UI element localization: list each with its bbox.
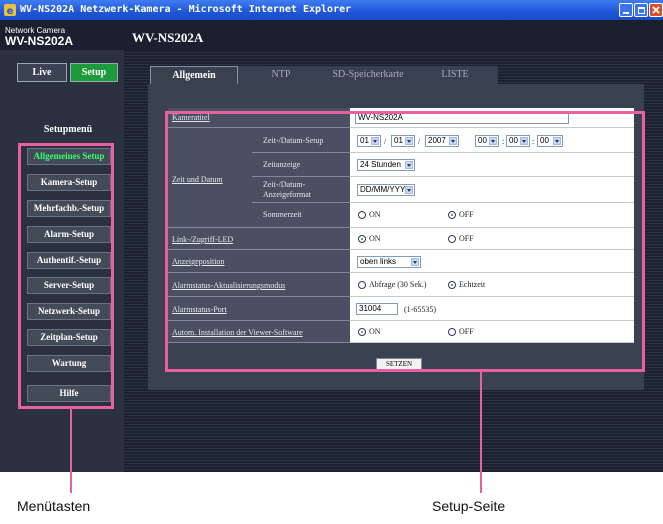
header-model-title: WV-NS202A xyxy=(132,30,204,45)
maximize-button[interactable] xyxy=(634,3,648,17)
svg-text:e: e xyxy=(7,6,14,16)
menu-callout-line xyxy=(70,409,72,493)
tab-sd-speicherkarte[interactable]: SD-Speicherkarte xyxy=(324,66,412,84)
header-bar xyxy=(0,20,663,50)
menu-highlight-box xyxy=(18,143,114,409)
window-title: WV-NS202A Netzwerk-Kamera - Microsoft In… xyxy=(20,4,352,15)
tab-ntp[interactable]: NTP xyxy=(238,66,324,84)
live-button[interactable]: Live xyxy=(17,63,67,82)
title-bar: e WV-NS202A Netzwerk-Kamera - Microsoft … xyxy=(0,0,663,20)
close-button[interactable] xyxy=(649,3,663,17)
setup-callout-label: Setup-Seite xyxy=(432,498,506,514)
minimize-button[interactable] xyxy=(619,3,633,17)
close-icon xyxy=(652,6,660,14)
setup-button[interactable]: Setup xyxy=(70,63,118,82)
tab-allgemein[interactable]: Allgemein xyxy=(150,66,238,85)
setup-page-highlight-box xyxy=(165,111,645,372)
tab-liste[interactable]: LISTE xyxy=(412,66,498,84)
brand-model: WV-NS202A xyxy=(5,34,74,48)
setup-callout-line xyxy=(480,372,482,493)
setup-menu-title: Setupmenü xyxy=(43,124,93,135)
menu-callout-label: Menütasten xyxy=(17,498,91,514)
browser-window: e WV-NS202A Netzwerk-Kamera - Microsoft … xyxy=(0,0,663,472)
ie-icon: e xyxy=(4,4,16,16)
